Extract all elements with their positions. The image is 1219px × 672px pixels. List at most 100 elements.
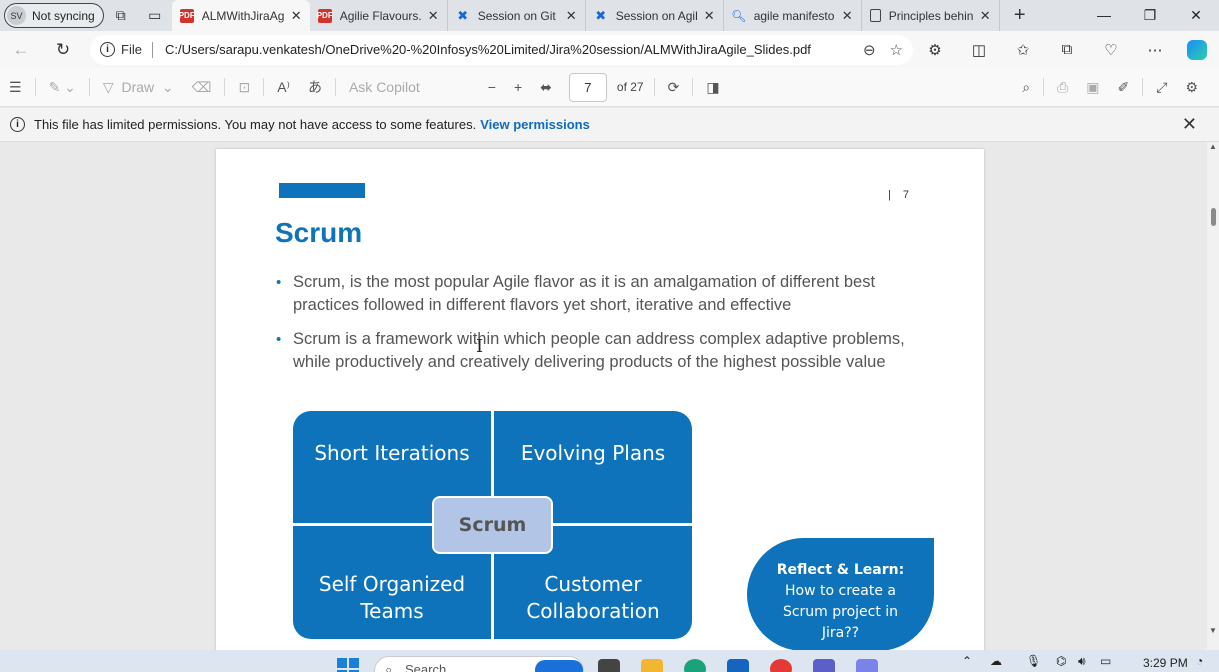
reflect-learn-callout: Reflect & Learn: How to create a Scrum p… (747, 538, 934, 650)
close-tab-icon[interactable]: ✕ (842, 8, 853, 24)
pdf-viewport[interactable]: |7 Scrum Scrum, is the most popular Agil… (0, 142, 1207, 650)
address-bar: ← ↻ i File C:/Users/sarapu.venkatesh/One… (0, 31, 1219, 68)
tab-session-git[interactable]: ✖ Session on Git ✕ (448, 0, 586, 31)
draw-button[interactable]: ▽ Draw ⌄ (94, 68, 183, 107)
workspaces-icon[interactable]: ⧉ (104, 0, 138, 31)
print-icon[interactable]: ⎙ (1048, 68, 1077, 107)
notification-icon[interactable]: ◔ (1196, 654, 1203, 668)
close-tab-icon[interactable]: ✕ (291, 8, 302, 24)
save-as-icon[interactable]: ✐ (1109, 68, 1139, 107)
copilot-icon[interactable] (1187, 39, 1207, 60)
scroll-down-icon[interactable]: ▼ (1209, 626, 1217, 635)
zoom-icon[interactable]: ⊖ (863, 41, 876, 59)
outlook-icon[interactable] (727, 659, 749, 672)
tab-agile-manifesto[interactable]: 🔍︎ agile manifesto ✕ (724, 0, 862, 31)
volume-icon[interactable]: 🔊︎ (1078, 654, 1086, 669)
edge-icon[interactable] (684, 659, 706, 672)
sync-status: Not syncing (32, 8, 95, 23)
tab-actions-icon[interactable]: ▭ (138, 0, 172, 31)
fit-width-icon[interactable]: ⬌ (531, 68, 561, 107)
favorite-star-icon[interactable]: ☆ (890, 41, 903, 59)
teams-icon[interactable] (813, 659, 835, 672)
split-screen-icon[interactable]: ◫ (957, 41, 1001, 59)
tab-agile-flavours[interactable]: PDF Agilie Flavours. ✕ (310, 0, 448, 31)
restore-icon[interactable]: ❐ (1127, 7, 1173, 24)
new-tab-button[interactable]: + (1000, 4, 1040, 27)
permissions-notice: i This file has limited permissions. You… (0, 108, 1219, 142)
calendar-app-icon[interactable] (856, 659, 878, 672)
tab-title: Session on Agil (615, 8, 698, 23)
view-permissions-link[interactable]: View permissions (480, 117, 590, 132)
read-aloud-icon[interactable]: A⁾ (268, 68, 299, 107)
pdf-icon: PDF (179, 8, 195, 23)
tab-almwithjira[interactable]: PDF ALMWithJiraAg ✕ (171, 0, 310, 31)
contents-icon[interactable]: ☰ (0, 68, 31, 107)
rotate-icon[interactable]: ⟳ (659, 68, 689, 107)
browser-essentials-icon[interactable]: ♡ (1089, 41, 1133, 59)
close-window-icon[interactable]: ✕ (1173, 7, 1219, 24)
collections-icon[interactable]: ⧉ (1045, 41, 1089, 58)
slide-title: Scrum (275, 217, 363, 248)
close-tab-icon[interactable]: ✕ (428, 8, 439, 24)
zoom-out-icon[interactable]: − (479, 68, 505, 107)
scroll-thumb[interactable] (1211, 208, 1216, 226)
notice-message: This file has limited permissions. You m… (34, 117, 477, 132)
refresh-icon[interactable]: ↻ (42, 40, 84, 60)
window-controls: — ❐ ✕ (1081, 7, 1219, 24)
clock[interactable]: 3:29 PM (1143, 656, 1188, 670)
taskbar: ⌕ Search ⌃ ☁ 🎙︎ ⌬ 🔊︎ ▭ 3:29 PM ◔ (0, 650, 1219, 672)
battery-icon[interactable]: ▭ (1100, 654, 1111, 668)
document-icon (869, 9, 881, 22)
close-tab-icon[interactable]: ✕ (704, 8, 715, 24)
info-icon[interactable]: i (100, 42, 115, 57)
extensions-icon[interactable]: ⚙ (913, 41, 957, 59)
scrum-diagram: Short Iterations Evolving Plans Self Org… (293, 411, 692, 639)
settings-icon[interactable]: ⚙ (1176, 68, 1207, 107)
favorites-icon[interactable]: ✩ (1001, 41, 1045, 59)
tray-chevron-icon[interactable]: ⌃ (962, 654, 972, 668)
highlight-icon[interactable]: ✎ ⌄ (40, 68, 85, 107)
tab-title: agile manifesto (753, 8, 835, 23)
slide-page-number: | 7 (888, 189, 909, 201)
task-view-icon[interactable] (598, 659, 620, 672)
divider (151, 41, 153, 58)
url-text[interactable]: C:/Users/sarapu.venkatesh/OneDrive%20-%2… (165, 42, 849, 57)
search-highlight-badge (535, 660, 583, 672)
close-tab-icon[interactable]: ✕ (980, 8, 991, 24)
save-icon[interactable]: ▣ (1077, 68, 1108, 107)
find-icon[interactable]: ⌕ (1013, 68, 1039, 107)
text-box-icon[interactable]: ⊡ (229, 68, 259, 107)
back-icon[interactable]: ← (0, 40, 42, 60)
reflect-body: How to create a Scrum project in Jira?? (782, 583, 899, 641)
ask-copilot-button[interactable]: Ask Copilot (340, 68, 429, 107)
tab-principles[interactable]: Principles behin ✕ (862, 0, 1000, 31)
fullscreen-icon[interactable]: ⤢ (1147, 68, 1176, 107)
zoom-in-icon[interactable]: + (505, 68, 531, 107)
draw-label: Draw (121, 79, 155, 95)
vertical-scrollbar[interactable]: ▲ ▼ (1207, 142, 1219, 650)
onedrive-icon[interactable]: ☁ (990, 654, 1002, 668)
url-field[interactable]: i File C:/Users/sarapu.venkatesh/OneDriv… (90, 34, 913, 65)
page-count: of 27 (616, 80, 644, 94)
avatar: SV (7, 6, 26, 25)
windows-start-icon[interactable] (337, 658, 359, 672)
translate-icon[interactable]: あ (299, 68, 331, 107)
taskbar-search[interactable]: ⌕ Search (374, 656, 584, 672)
profile-button[interactable]: SV Not syncing (4, 3, 104, 28)
page-view-icon[interactable]: ◨ (697, 68, 728, 107)
tab-session-agile[interactable]: ✖ Session on Agil ✕ (586, 0, 724, 31)
close-tab-icon[interactable]: ✕ (566, 8, 577, 24)
mic-icon[interactable]: 🎙︎ (1026, 654, 1041, 668)
scroll-up-icon[interactable]: ▲ (1209, 142, 1217, 151)
close-icon[interactable]: ✕ (1182, 114, 1197, 135)
slide-accent-bar (279, 183, 365, 198)
pdf-page: |7 Scrum Scrum, is the most popular Agil… (216, 149, 984, 650)
eraser-icon[interactable]: ⌫ (183, 68, 221, 107)
file-explorer-icon[interactable] (641, 659, 663, 672)
more-icon[interactable]: ⋯ (1133, 41, 1177, 59)
minimize-icon[interactable]: — (1081, 7, 1127, 24)
page-number-input[interactable]: 7 (568, 72, 607, 102)
chrome-icon[interactable] (770, 659, 792, 672)
network-icon[interactable]: ⌬ (1056, 654, 1066, 668)
tab-title: Session on Git (477, 8, 556, 23)
